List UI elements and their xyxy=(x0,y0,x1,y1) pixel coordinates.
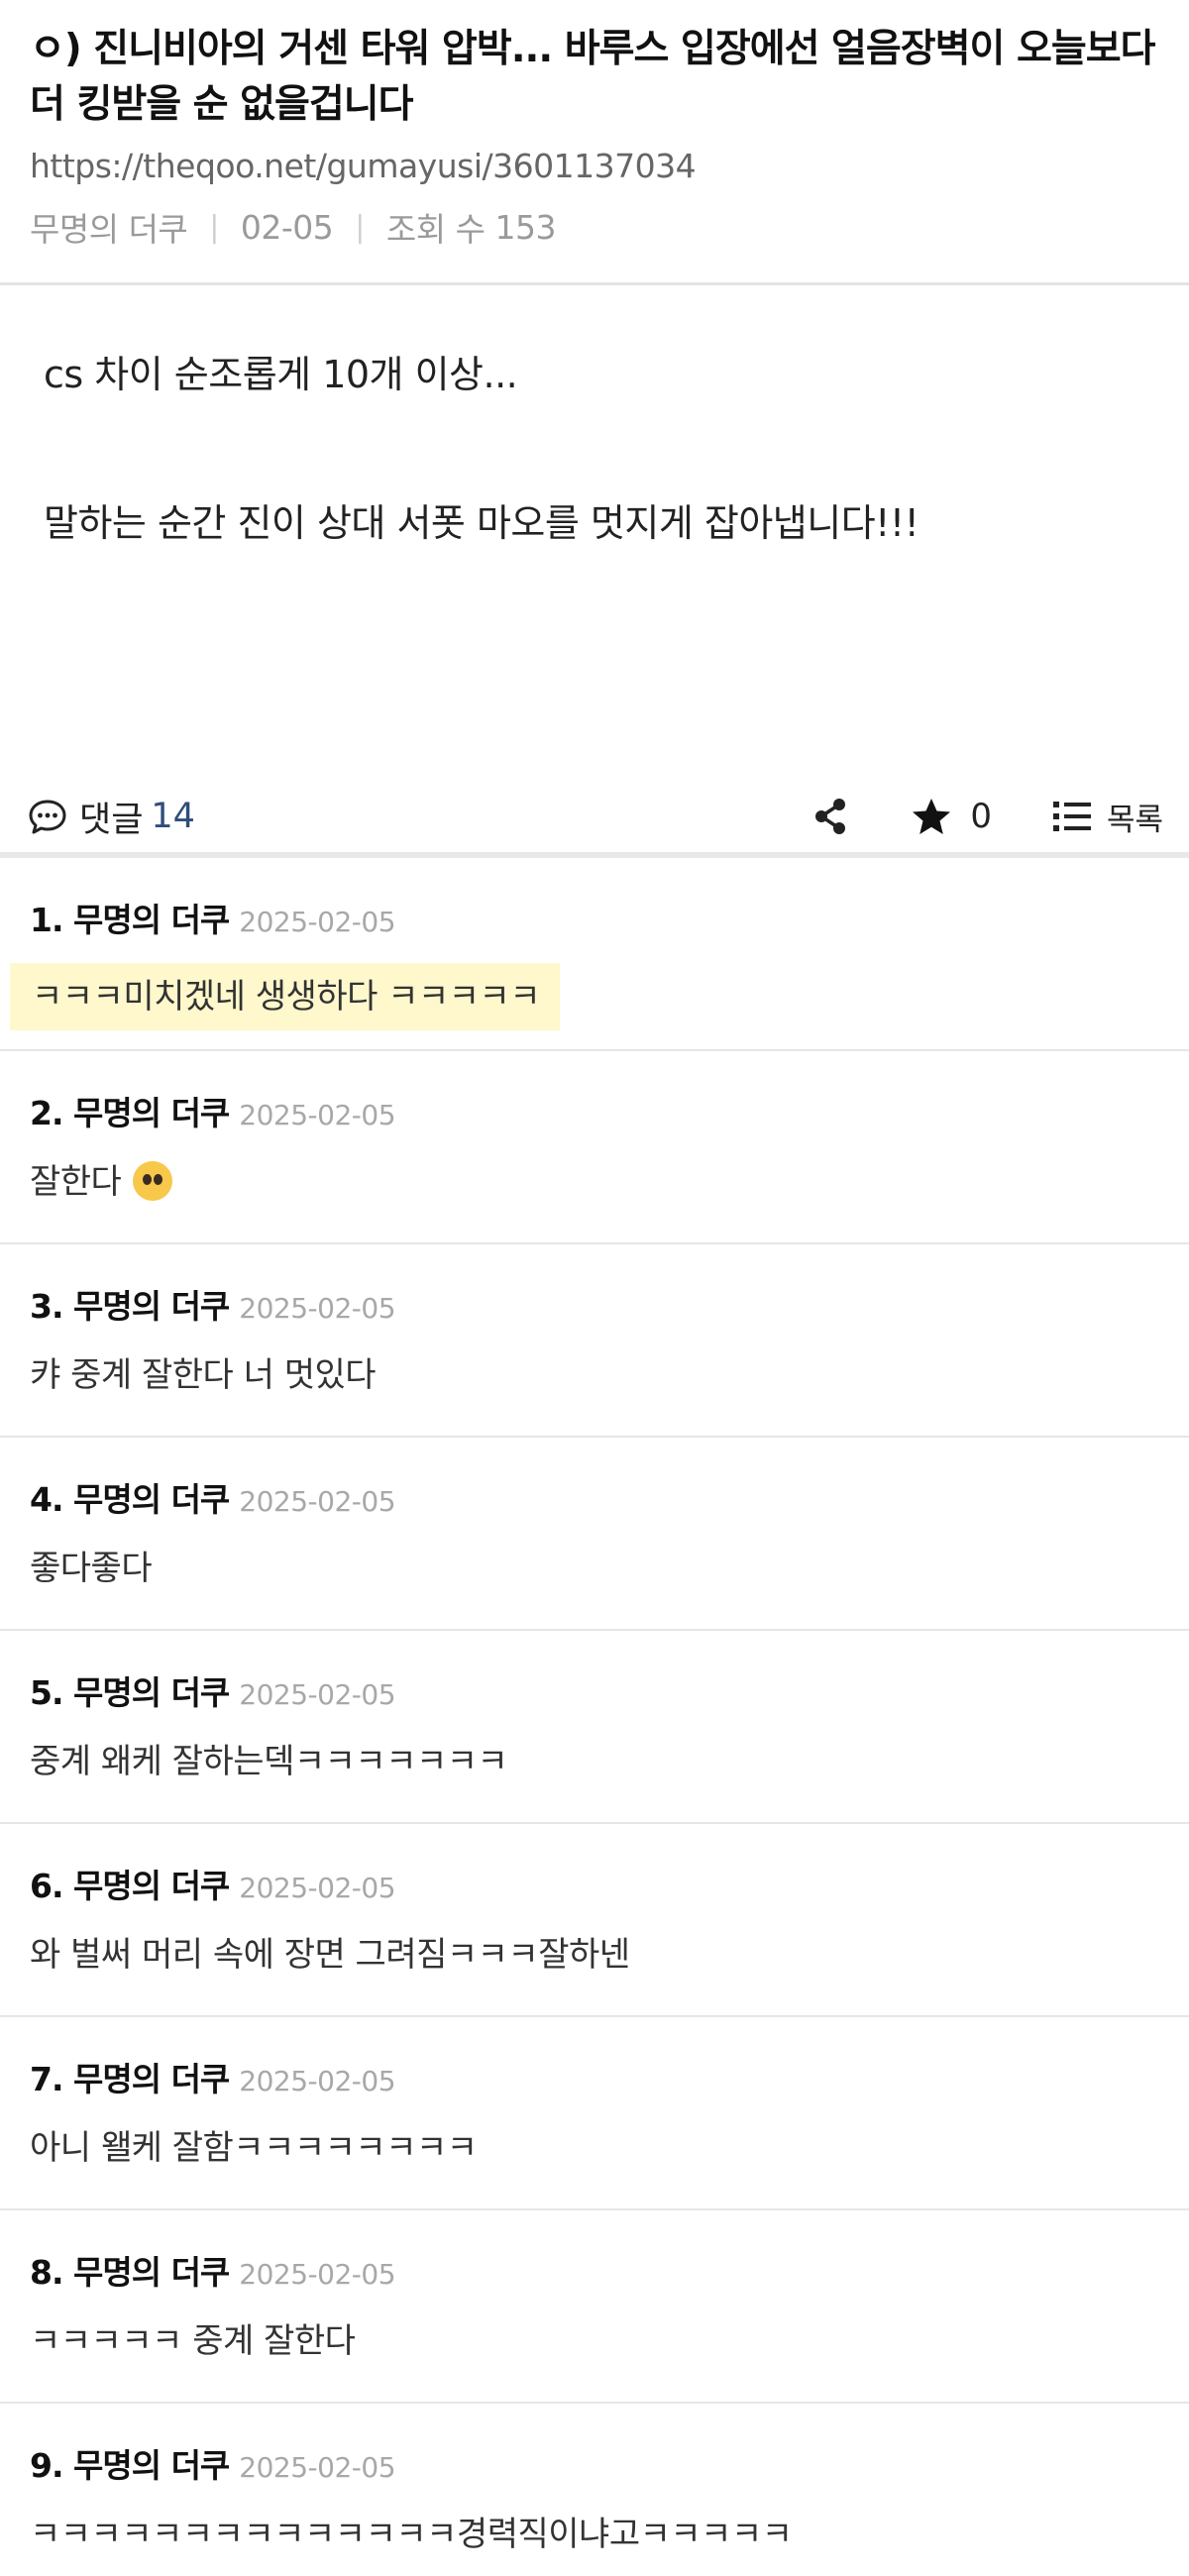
comment-author-name: 무명의 더쿠 xyxy=(73,1867,230,1905)
comment-list: 1. 무명의 더쿠 2025-02-05 ㅋㅋㅋ미치겠네 생생하다 ㅋㅋㅋㅋㅋ … xyxy=(0,858,1189,2576)
post-date: 02-05 xyxy=(240,207,334,247)
comment-header: 5. 무명의 더쿠 2025-02-05 xyxy=(30,1666,1159,1714)
star-icon xyxy=(913,799,951,834)
comment-count-number: 14 xyxy=(151,797,195,836)
favorite-count: 0 xyxy=(970,797,992,836)
comment-index: 1. xyxy=(30,901,63,939)
comment-author[interactable]: 4. 무명의 더쿠 xyxy=(30,1473,230,1521)
comment-item: 2. 무명의 더쿠 2025-02-05 잘한다 xyxy=(0,1051,1189,1244)
comment-index: 6. xyxy=(30,1867,63,1905)
comment-header: 9. 무명의 더쿠 2025-02-05 xyxy=(30,2439,1159,2487)
comment-author-name: 무명의 더쿠 xyxy=(73,2253,230,2292)
comment-author[interactable]: 8. 무명의 더쿠 xyxy=(30,2246,230,2294)
pleading-face-emoji-icon xyxy=(133,1161,173,1201)
share-icon xyxy=(815,799,846,834)
comment-index: 9. xyxy=(30,2446,63,2485)
right-actions: 0 목록 xyxy=(750,795,1163,839)
comment-header: 4. 무명의 더쿠 2025-02-05 xyxy=(30,1473,1159,1521)
comment-text: 와 벌써 머리 속에 장면 그려짐ㅋㅋㅋ잘하넨 xyxy=(30,1935,630,1975)
comment-header: 7. 무명의 더쿠 2025-02-05 xyxy=(30,2053,1159,2100)
comment-item: 5. 무명의 더쿠 2025-02-05 중계 왜케 잘하는덱ㅋㅋㅋㅋㅋㅋㅋ xyxy=(0,1631,1189,1824)
post-body: cs 차이 순조롭게 10개 이상... 말하는 순간 진이 상대 서폿 마오를… xyxy=(0,285,1189,781)
post-page: ㅇ) 진니비아의 거센 타워 압박... 바루스 입장에선 얼음장벽이 오늘보다… xyxy=(0,0,1189,2576)
comment-author[interactable]: 1. 무명의 더쿠 xyxy=(30,894,230,941)
comment-index: 3. xyxy=(30,1287,63,1326)
comment-text: 중계 왜케 잘하는덱ㅋㅋㅋㅋㅋㅋㅋ xyxy=(30,1742,508,1781)
comment-index: 5. xyxy=(30,1673,63,1712)
list-icon xyxy=(1052,802,1091,831)
comment-date: 2025-02-05 xyxy=(239,1678,396,1711)
comment-text: 잘한다 xyxy=(30,1162,122,1202)
comment-item: 1. 무명의 더쿠 2025-02-05 ㅋㅋㅋ미치겠네 생생하다 ㅋㅋㅋㅋㅋ xyxy=(0,858,1189,1051)
list-button[interactable]: 목록 xyxy=(1052,795,1163,839)
comment-text: 아니 왤케 잘함ㅋㅋㅋㅋㅋㅋㅋㅋ xyxy=(30,2128,478,2168)
comment-author-name: 무명의 더쿠 xyxy=(73,2446,230,2485)
comment-item: 4. 무명의 더쿠 2025-02-05 좋다좋다 xyxy=(0,1438,1189,1631)
comment-author[interactable]: 9. 무명의 더쿠 xyxy=(30,2439,230,2487)
comment-item: 9. 무명의 더쿠 2025-02-05 ㅋㅋㅋㅋㅋㅋㅋㅋㅋㅋㅋㅋㅋㅋ경력직이냐… xyxy=(0,2404,1189,2576)
post-meta: 무명의 더쿠 | 02-05 | 조회 수 153 xyxy=(30,203,1159,251)
comment-author[interactable]: 7. 무명의 더쿠 xyxy=(30,2053,230,2100)
comment-author-name: 무명의 더쿠 xyxy=(73,1673,230,1712)
comment-author[interactable]: 5. 무명의 더쿠 xyxy=(30,1666,230,1714)
post-header: ㅇ) 진니비아의 거센 타워 압박... 바루스 입장에선 얼음장벽이 오늘보다… xyxy=(0,0,1189,285)
comment-date: 2025-02-05 xyxy=(239,1872,396,1904)
comment-header: 2. 무명의 더쿠 2025-02-05 xyxy=(30,1087,1159,1134)
comment-text: ㅋㅋㅋㅋㅋㅋㅋㅋㅋㅋㅋㅋㅋㅋ경력직이냐고ㅋㅋㅋㅋㅋ xyxy=(30,2515,793,2554)
comment-date: 2025-02-05 xyxy=(239,906,396,938)
comment-item: 7. 무명의 더쿠 2025-02-05 아니 왤케 잘함ㅋㅋㅋㅋㅋㅋㅋㅋ xyxy=(0,2017,1189,2210)
comment-date: 2025-02-05 xyxy=(239,1099,396,1131)
meta-divider: | xyxy=(209,209,219,245)
post-author: 무명의 더쿠 xyxy=(30,210,188,249)
comment-header: 3. 무명의 더쿠 2025-02-05 xyxy=(30,1280,1159,1328)
comment-date: 2025-02-05 xyxy=(239,2451,396,2484)
comment-header: 6. 무명의 더쿠 2025-02-05 xyxy=(30,1860,1159,1907)
comment-text: ㅋㅋㅋ미치겠네 생생하다 ㅋㅋㅋㅋㅋ xyxy=(10,963,561,1030)
comment-count-button[interactable]: 댓글 14 xyxy=(28,792,195,842)
comment-author-name: 무명의 더쿠 xyxy=(73,2060,230,2098)
comment-index: 7. xyxy=(30,2060,63,2098)
post-body-line: cs 차이 순조롭게 10개 이상... xyxy=(44,353,518,396)
comment-header: 1. 무명의 더쿠 2025-02-05 xyxy=(30,894,1159,941)
views-label: 조회 수 xyxy=(385,210,486,249)
comment-author[interactable]: 2. 무명의 더쿠 xyxy=(30,1087,230,1134)
comment-icon xyxy=(29,800,66,834)
comment-date: 2025-02-05 xyxy=(239,1292,396,1325)
comment-date: 2025-02-05 xyxy=(239,2065,396,2097)
comment-index: 2. xyxy=(30,1094,63,1132)
action-bar: 댓글 14 0 목록 xyxy=(0,781,1189,858)
comment-header: 8. 무명의 더쿠 2025-02-05 xyxy=(30,2246,1159,2294)
post-title: ㅇ) 진니비아의 거센 타워 압박... 바루스 입장에선 얼음장벽이 오늘보다… xyxy=(30,27,1156,127)
comment-author-name: 무명의 더쿠 xyxy=(73,1094,230,1132)
list-label: 목록 xyxy=(1106,802,1163,838)
share-button[interactable] xyxy=(811,797,849,836)
comment-label: 댓글 xyxy=(79,800,144,840)
post-body-line: 말하는 순간 진이 상대 서폿 마오를 멋지게 잡아냅니다!!! xyxy=(44,501,919,545)
meta-divider: | xyxy=(355,209,365,245)
comment-author-name: 무명의 더쿠 xyxy=(73,1287,230,1326)
comment-text: 캬 중계 잘한다 너 멋있다 xyxy=(30,1355,377,1395)
comment-item: 6. 무명의 더쿠 2025-02-05 와 벌써 머리 속에 장면 그려짐ㅋㅋ… xyxy=(0,1824,1189,2017)
post-url[interactable]: https://theqoo.net/gumayusi/3601137034 xyxy=(30,147,1159,185)
comment-item: 8. 무명의 더쿠 2025-02-05 ㅋㅋㅋㅋㅋ 중계 잘한다 xyxy=(0,2210,1189,2404)
comment-text: ㅋㅋㅋㅋㅋ 중계 잘한다 xyxy=(30,2321,356,2361)
comment-index: 8. xyxy=(30,2253,63,2292)
comment-author[interactable]: 6. 무명의 더쿠 xyxy=(30,1860,230,1907)
comment-date: 2025-02-05 xyxy=(239,2258,396,2291)
views-count: 153 xyxy=(494,207,556,247)
comment-author[interactable]: 3. 무명의 더쿠 xyxy=(30,1280,230,1328)
comment-item: 3. 무명의 더쿠 2025-02-05 캬 중계 잘한다 너 멋있다 xyxy=(0,1244,1189,1438)
comment-index: 4. xyxy=(30,1480,63,1519)
favorite-button[interactable]: 0 xyxy=(911,797,992,836)
comment-text: 좋다좋다 xyxy=(30,1549,153,1588)
comment-date: 2025-02-05 xyxy=(239,1485,396,1518)
comment-author-name: 무명의 더쿠 xyxy=(73,1480,230,1519)
comment-author-name: 무명의 더쿠 xyxy=(73,901,230,939)
